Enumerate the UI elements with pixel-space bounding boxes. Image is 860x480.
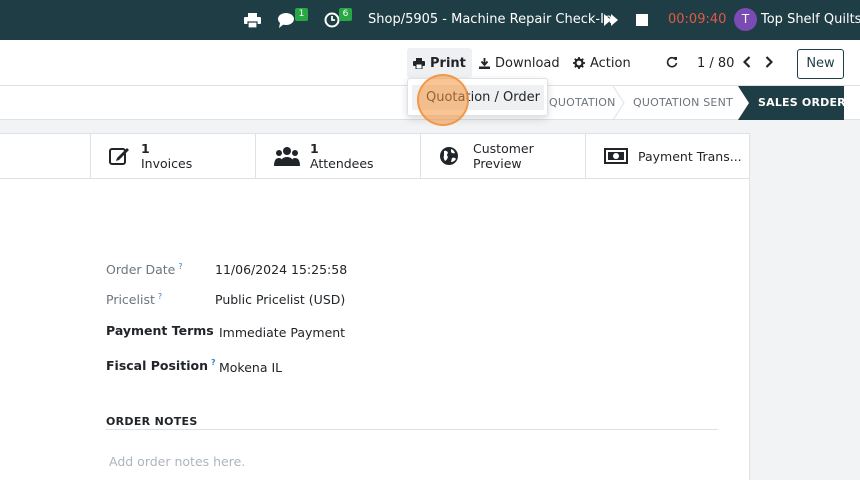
payment-transactions-smart-button[interactable]: Payment Trans... [585,134,750,178]
menu-item-quotation-order[interactable]: Quotation / Order [412,85,544,110]
print-button[interactable]: Print [407,48,472,78]
payment-transactions-label: Payment Trans... [638,148,742,164]
customer-preview-smart-button[interactable]: Customer Preview [420,134,585,178]
attendees-count: 1 [310,141,319,156]
order-notes-title: ORDER NOTES [106,415,198,428]
print-dropdown-menu: Quotation / Order [407,78,548,116]
customer-preview-line1: Customer [473,141,534,156]
timer: 00:09:40 [668,12,727,27]
download-icon [479,57,490,69]
chat-icon[interactable] [278,10,296,30]
order-notes-input[interactable]: Add order notes here. [109,454,245,469]
help-tooltip-icon[interactable]: ? [158,292,162,301]
action-button[interactable]: Action [567,48,637,78]
top-navbar: 1 6 Shop/5905 - Machine Repair Check-In … [0,0,860,40]
invoices-smart-button[interactable]: 1 Invoices [90,134,255,178]
activity-badge: 6 [339,8,352,21]
pricelist-label: Pricelist? [106,292,163,308]
divider [106,429,718,430]
printer-icon [413,57,425,69]
help-tooltip-icon[interactable]: ? [211,358,216,367]
fiscal-position-value[interactable]: Mokena IL [219,360,282,375]
order-date-label: Order Date? [106,262,183,278]
chevron-left-icon[interactable] [742,56,751,72]
stage-sales-order[interactable]: SALES ORDER [738,86,844,120]
money-icon [604,148,628,164]
action-label: Action [590,55,631,71]
gear-icon [573,57,585,69]
attendees-smart-button[interactable]: 1 Attendees [255,134,420,178]
stage-quotation-sent[interactable]: QUOTATION SENT [633,86,733,120]
globe-icon [440,147,458,165]
document-title: Shop/5905 - Machine Repair Check-In [368,12,613,27]
attendees-label: Attendees [310,156,374,171]
help-tooltip-icon[interactable]: ? [178,262,182,271]
stage-separator [612,86,625,120]
new-button[interactable]: New [797,49,844,79]
payment-terms-label: Payment Terms [106,323,214,338]
fast-forward-icon[interactable] [604,10,618,30]
pager-value[interactable]: 1 / 80 [697,56,734,71]
company-name[interactable]: Top Shelf Quilts [761,12,860,27]
edit-icon [109,148,129,165]
stage-quotation[interactable]: QUOTATION [549,86,616,120]
order-date-value[interactable]: 11/06/2024 15:25:58 [215,262,347,277]
download-button[interactable]: Download [473,48,566,78]
form-sheet: 1 Invoices 1 Attendees Customer Preview Pay… [0,133,750,480]
chevron-right-icon[interactable] [765,56,774,72]
printer-icon[interactable] [244,10,261,30]
avatar[interactable]: T [734,8,757,31]
clock-icon[interactable] [324,10,340,30]
customer-preview-line2: Preview [473,156,522,171]
refresh-icon[interactable] [666,56,678,72]
invoices-label: Invoices [141,156,193,171]
smart-buttons: 1 Invoices 1 Attendees Customer Preview Pay… [0,134,750,179]
fiscal-position-label: Fiscal Position? [106,358,216,374]
print-label: Print [430,55,466,71]
download-label: Download [495,55,560,71]
invoices-count: 1 [141,141,150,156]
users-icon [274,147,300,166]
stop-icon[interactable] [636,10,648,30]
pricelist-value[interactable]: Public Pricelist (USD) [215,292,345,307]
payment-terms-value[interactable]: Immediate Payment [219,325,345,340]
chat-badge: 1 [295,8,308,21]
